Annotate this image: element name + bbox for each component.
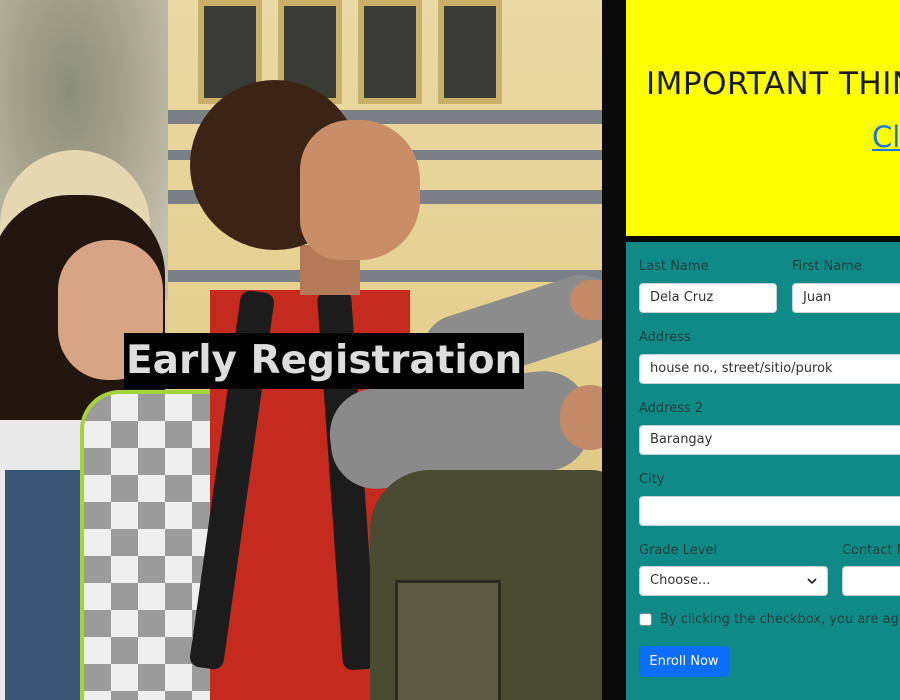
enroll-now-button[interactable]: Enroll Now xyxy=(639,646,729,677)
address2-input[interactable]: Barangay xyxy=(639,425,900,455)
backpack-pocket xyxy=(395,580,501,700)
grade-level-label: Grade Level xyxy=(639,543,718,558)
bus-window xyxy=(358,0,422,104)
contact-input[interactable] xyxy=(842,566,900,596)
boy-face xyxy=(300,120,420,260)
bus-stripe xyxy=(168,270,622,282)
city-input[interactable] xyxy=(639,496,900,526)
grade-level-selected: Choose... xyxy=(650,573,711,588)
bus-door-frame xyxy=(602,0,622,700)
address2-label: Address 2 xyxy=(639,401,704,416)
notice-title: IMPORTANT THINGS TO KNOW xyxy=(646,66,900,102)
chevron-down-icon xyxy=(807,578,817,585)
grade-level-select[interactable]: Choose... xyxy=(639,566,828,596)
agreement-text: By clicking the checkbox, you are agreei… xyxy=(660,612,900,627)
first-name-label: First Name xyxy=(792,259,862,274)
contact-label: Contact No. xyxy=(842,543,900,558)
bus-window xyxy=(438,0,502,104)
city-label: City xyxy=(639,472,665,487)
notice-box: IMPORTANT THINGS TO KNOW Click Here xyxy=(626,0,900,236)
click-here-link[interactable]: Click Here xyxy=(872,120,900,154)
right-panel: IMPORTANT THINGS TO KNOW Click Here Last… xyxy=(622,0,900,700)
hero-photo: Early Registration xyxy=(0,0,622,700)
address-input[interactable]: house no., street/sitio/purok xyxy=(639,354,900,384)
first-name-input[interactable]: Juan xyxy=(792,283,900,313)
registration-form: Last Name First Name Dela Cruz Juan Addr… xyxy=(626,242,900,700)
last-name-input[interactable]: Dela Cruz xyxy=(639,283,777,313)
address-label: Address xyxy=(639,330,691,345)
last-name-label: Last Name xyxy=(639,259,709,274)
agreement-checkbox[interactable] xyxy=(639,613,652,626)
hero-title: Early Registration xyxy=(124,333,525,389)
